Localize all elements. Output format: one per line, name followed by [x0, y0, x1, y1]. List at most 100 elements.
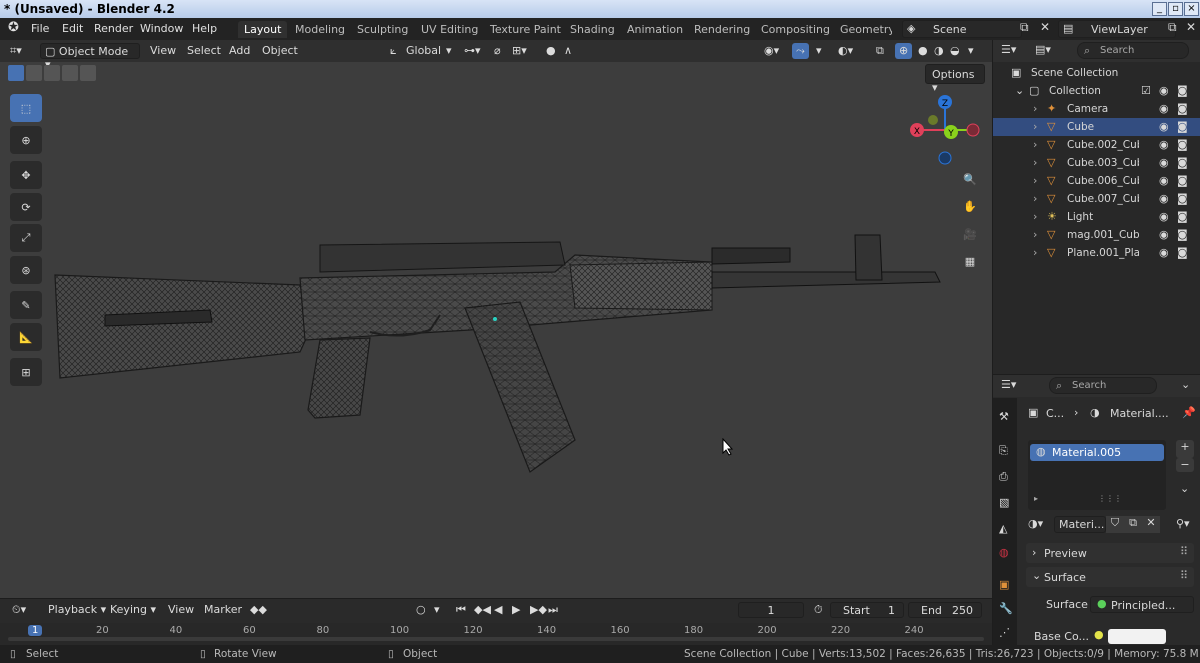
menu-edit[interactable]: Edit: [62, 22, 83, 35]
keyframe-nav-icon[interactable]: ◆◆: [246, 602, 271, 618]
base-color-swatch[interactable]: [1108, 629, 1166, 644]
keying-menu[interactable]: Keying ▾: [106, 602, 160, 618]
drag-handle-icon[interactable]: ⠿: [1180, 569, 1188, 582]
outliner-item[interactable]: › ▽ Plane.001_Plar ◉ ◙: [993, 244, 1200, 262]
outliner-item[interactable]: › ▽ Cube.007_Cub ◉ ◙: [993, 190, 1200, 208]
proportional-edit-icon[interactable]: ●: [542, 43, 560, 59]
render-camera-icon[interactable]: ◙: [1177, 192, 1188, 205]
wireframe-shading-icon[interactable]: ⊕: [895, 43, 913, 59]
duplicate-material-icon[interactable]: ⧉: [1124, 516, 1142, 533]
material-shading-icon[interactable]: ◑: [930, 43, 948, 59]
delete-viewlayer-icon[interactable]: ✕: [1186, 20, 1196, 34]
add-slot-button[interactable]: +: [1176, 440, 1194, 458]
outliner-item[interactable]: › ▽ Cube ◉ ◙: [993, 118, 1200, 136]
jump-start-icon[interactable]: ⏮: [452, 602, 470, 618]
tool-tab-icon[interactable]: ⚒: [999, 410, 1009, 423]
auto-keying-icon[interactable]: ○: [412, 602, 430, 618]
tab-uv-editing[interactable]: UV Editing: [415, 21, 484, 38]
expand-chevron-icon[interactable]: ›: [1033, 120, 1037, 133]
timeline-scrollbar[interactable]: [8, 637, 984, 641]
render-camera-icon[interactable]: ◙: [1177, 174, 1188, 187]
options-dropdown[interactable]: Options ▾: [925, 64, 985, 94]
eye-icon[interactable]: ◉: [1159, 102, 1169, 115]
particles-tab-icon[interactable]: ⋰: [999, 626, 1010, 639]
eye-icon[interactable]: ◉: [1159, 210, 1169, 223]
timeline-view-menu[interactable]: View: [164, 602, 198, 618]
scale-tool[interactable]: ⤢: [10, 224, 42, 252]
eye-icon[interactable]: ◉: [1159, 120, 1169, 133]
xray-icon[interactable]: ⧉: [872, 43, 888, 59]
object-tab-icon[interactable]: ▣: [999, 578, 1009, 591]
tab-texture-paint[interactable]: Texture Paint: [484, 21, 567, 38]
snap-target-icon[interactable]: ⊞▾: [508, 43, 531, 59]
shading-chevron-icon[interactable]: ▾: [964, 43, 978, 59]
outliner-item[interactable]: › ▽ Cube.002_Cub ◉ ◙: [993, 136, 1200, 154]
play-reverse-icon[interactable]: ◀: [490, 602, 506, 618]
orientation-chevron-icon[interactable]: ▾: [442, 43, 456, 59]
tab-sculpting[interactable]: Sculpting: [351, 21, 414, 38]
editor-type-icon[interactable]: ⌗▾: [6, 43, 26, 59]
properties-search-input[interactable]: ⌕ Search: [1049, 377, 1157, 394]
move-tool[interactable]: ✥: [10, 161, 42, 189]
eye-icon[interactable]: ◉: [1159, 156, 1169, 169]
eye-icon[interactable]: ◉: [1159, 138, 1169, 151]
eye-icon[interactable]: ◉: [1159, 174, 1169, 187]
preview-range-icon[interactable]: ⏱: [810, 602, 827, 618]
eye-icon[interactable]: ◉: [1159, 228, 1169, 241]
overlay-icon[interactable]: ◐▾: [834, 43, 857, 59]
select-intersect-icon[interactable]: [80, 65, 96, 81]
tab-modeling[interactable]: Modeling: [289, 21, 351, 38]
menu-help[interactable]: Help: [192, 22, 217, 35]
view-layer-tab-icon[interactable]: ▧: [999, 496, 1009, 509]
outliner-scene-collection[interactable]: ▣ Scene Collection: [993, 64, 1200, 82]
render-camera-icon[interactable]: ◙: [1177, 156, 1188, 169]
render-camera-icon[interactable]: ◙: [1177, 138, 1188, 151]
tab-geometry-nodes[interactable]: Geometry N: [834, 21, 892, 38]
timeline-editor-icon[interactable]: ⏲▾: [8, 602, 30, 618]
render-camera-icon[interactable]: ◙: [1177, 246, 1188, 259]
timeline-ruler[interactable]: 1 20 40 60 80 100 120 140 160 180 200 220 240: [0, 623, 992, 645]
play-icon[interactable]: ▶: [508, 602, 524, 618]
new-scene-icon[interactable]: ⧉: [1020, 20, 1029, 35]
current-frame-field[interactable]: 1: [738, 602, 804, 618]
solid-shading-icon[interactable]: ●: [914, 43, 932, 59]
browse-material-icon[interactable]: ◑▾: [1028, 517, 1043, 530]
preview-panel-header[interactable]: › Preview ⠿: [1026, 543, 1194, 563]
outliner-collection[interactable]: ⌄ ▢ Collection ☑ ◉ ◙: [993, 82, 1200, 100]
tab-shading[interactable]: Shading: [564, 21, 621, 38]
exclude-checkbox-icon[interactable]: ☑: [1141, 84, 1151, 97]
expand-chevron-icon[interactable]: ⌄: [1015, 84, 1024, 97]
slot-menu-chevron-icon[interactable]: ⌄: [1180, 482, 1189, 495]
pan-hand-icon[interactable]: ✋: [958, 194, 982, 218]
playhead-frame[interactable]: 1: [28, 625, 43, 636]
material-slot-row[interactable]: ◍ Material.005: [1030, 444, 1164, 461]
expand-chevron-icon[interactable]: ›: [1033, 138, 1037, 151]
tab-compositing[interactable]: Compositing: [755, 21, 836, 38]
remove-slot-button[interactable]: −: [1176, 458, 1194, 472]
render-camera-icon[interactable]: ◙: [1177, 102, 1188, 115]
eye-icon[interactable]: ◉: [1159, 246, 1169, 259]
minimize-button[interactable]: _: [1152, 2, 1167, 16]
list-resize-handle[interactable]: ⋮⋮⋮: [1098, 494, 1122, 503]
rifle-wireframe-model[interactable]: [0, 40, 992, 598]
tab-rendering[interactable]: Rendering: [688, 21, 756, 38]
material-name-field[interactable]: Materi...: [1054, 516, 1106, 533]
unlink-material-icon[interactable]: ✕: [1142, 516, 1160, 533]
rotate-tool[interactable]: ⟳: [10, 193, 42, 221]
eye-icon[interactable]: ◉: [1159, 84, 1169, 97]
pivot-icon[interactable]: ⊶▾: [460, 43, 485, 59]
fake-user-shield-icon[interactable]: ⛉: [1106, 516, 1124, 533]
navigation-gizmo[interactable]: Z X Y: [905, 92, 985, 167]
transform-tool[interactable]: ⊛: [10, 256, 42, 284]
tab-animation[interactable]: Animation: [621, 21, 689, 38]
grid-projection-icon[interactable]: ▦: [958, 249, 982, 273]
properties-editor-icon[interactable]: ☰▾: [1001, 378, 1016, 391]
mode-selector[interactable]: ▢ Object Mode ▾: [40, 43, 140, 71]
node-filter-icon[interactable]: ⚲▾: [1176, 517, 1190, 530]
list-expand-icon[interactable]: ▸: [1034, 494, 1038, 503]
maximize-button[interactable]: ▫: [1168, 2, 1183, 16]
tab-layout[interactable]: Layout: [238, 21, 288, 38]
material-slot-list[interactable]: ◍ Material.005 ▸ ⋮⋮⋮: [1028, 440, 1166, 510]
expand-chevron-icon[interactable]: ›: [1033, 246, 1037, 259]
close-button[interactable]: ×: [1184, 2, 1199, 16]
